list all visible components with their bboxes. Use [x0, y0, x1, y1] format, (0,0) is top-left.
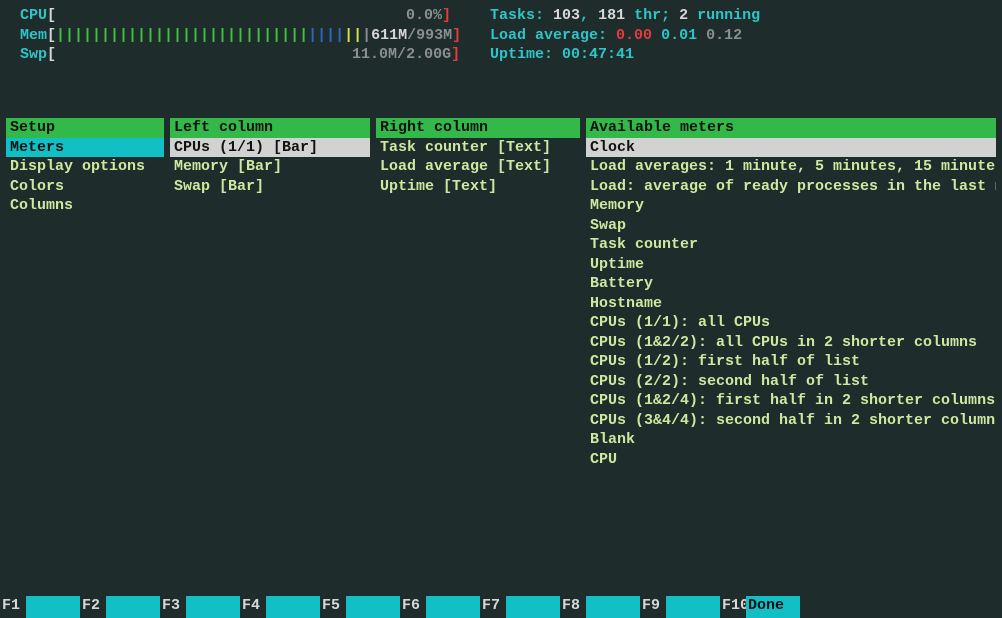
available-meter-item[interactable]: Memory — [586, 196, 996, 216]
fkey-f8[interactable]: F8 — [560, 596, 640, 618]
mem-label: Mem — [20, 27, 47, 44]
available-meter-item[interactable]: CPUs (2/2): second half of list — [586, 372, 996, 392]
left-heading: Left column — [170, 118, 370, 138]
right-meter-item[interactable]: Load average [Text] — [376, 157, 580, 177]
fkey-f9[interactable]: F9 — [640, 596, 720, 618]
fkey-label — [346, 596, 400, 618]
available-meter-item[interactable]: Load: average of ready processes in the … — [586, 177, 996, 197]
available-meter-item[interactable]: CPU — [586, 450, 996, 470]
available-meter-item[interactable]: Task counter — [586, 235, 996, 255]
swp-meter: Swp[11.0M/2.00G] — [20, 45, 490, 65]
fkey-number: F5 — [320, 596, 346, 618]
fkey-label — [426, 596, 480, 618]
fkey-number: F3 — [160, 596, 186, 618]
fkey-number: F2 — [80, 596, 106, 618]
right-column: Right column Task counter [Text]Load ave… — [376, 118, 580, 594]
fkey-number: F7 — [480, 596, 506, 618]
fkey-number: F8 — [560, 596, 586, 618]
fkey-label — [186, 596, 240, 618]
fkey-number: F9 — [640, 596, 666, 618]
uptime-meter: Uptime: 00:47:41 — [490, 45, 1002, 65]
fkey-label — [266, 596, 320, 618]
mem-meter: Mem[|||||||||||||||||||||||||||||||||||6… — [20, 26, 490, 46]
available-meter-item[interactable]: CPUs (3&4/4): second half in 2 shorter c… — [586, 411, 996, 431]
left-meter-item[interactable]: CPUs (1/1) [Bar] — [170, 138, 370, 158]
setup-screen: Setup MetersDisplay optionsColorsColumns… — [0, 118, 1002, 594]
function-keys: F1 F2 F3 F4 F5 F6 F7 F8 F9 F10Done — [0, 596, 1002, 618]
setup-heading: Setup — [6, 118, 164, 138]
right-heading: Right column — [376, 118, 580, 138]
fkey-f7[interactable]: F7 — [480, 596, 560, 618]
load-meter: Load average: 0.00 0.01 0.12 — [490, 26, 1002, 46]
cpu-label: CPU — [20, 7, 47, 24]
header-meters: CPU[0.0%] Mem[||||||||||||||||||||||||||… — [0, 0, 1002, 71]
left-meter-item[interactable]: Swap [Bar] — [170, 177, 370, 197]
cpu-meter: CPU[0.0%] — [20, 6, 490, 26]
available-meter-item[interactable]: CPUs (1/1): all CPUs — [586, 313, 996, 333]
fkey-number: F10 — [720, 596, 746, 618]
fkey-f3[interactable]: F3 — [160, 596, 240, 618]
tasks-meter: Tasks: 103, 181 thr; 2 running — [490, 6, 1002, 26]
fkey-number: F1 — [0, 596, 26, 618]
fkey-f2[interactable]: F2 — [80, 596, 160, 618]
fkey-f5[interactable]: F5 — [320, 596, 400, 618]
setup-item[interactable]: Meters — [6, 138, 164, 158]
fkey-label — [26, 596, 80, 618]
available-heading: Available meters — [586, 118, 996, 138]
fkey-number: F4 — [240, 596, 266, 618]
cpu-value: 0.0% — [406, 7, 442, 24]
fkey-number: F6 — [400, 596, 426, 618]
mem-bar: |||||||||||||||||||||||||||||||||| — [56, 27, 362, 44]
swp-label: Swp — [20, 46, 47, 63]
available-meter-item[interactable]: CPUs (1&2/2): all CPUs in 2 shorter colu… — [586, 333, 996, 353]
available-meter-item[interactable]: Hostname — [586, 294, 996, 314]
fkey-f1[interactable]: F1 — [0, 596, 80, 618]
available-meter-item[interactable]: Battery — [586, 274, 996, 294]
setup-item[interactable]: Colors — [6, 177, 164, 197]
left-meter-item[interactable]: Memory [Bar] — [170, 157, 370, 177]
fkey-label — [586, 596, 640, 618]
available-column: Available meters ClockLoad averages: 1 m… — [586, 118, 996, 594]
fkey-label — [506, 596, 560, 618]
available-meter-item[interactable]: Uptime — [586, 255, 996, 275]
right-meter-item[interactable]: Task counter [Text] — [376, 138, 580, 158]
available-meter-item[interactable]: Load averages: 1 minute, 5 minutes, 15 m… — [586, 157, 996, 177]
fkey-label: Done — [746, 596, 800, 618]
available-meter-item[interactable]: Swap — [586, 216, 996, 236]
fkey-f10[interactable]: F10Done — [720, 596, 800, 618]
right-meter-item[interactable]: Uptime [Text] — [376, 177, 580, 197]
available-meter-item[interactable]: Clock — [586, 138, 996, 158]
available-meter-item[interactable]: CPUs (1/2): first half of list — [586, 352, 996, 372]
available-meter-item[interactable]: Blank — [586, 430, 996, 450]
fkey-f6[interactable]: F6 — [400, 596, 480, 618]
fkey-f4[interactable]: F4 — [240, 596, 320, 618]
fkey-label — [666, 596, 720, 618]
fkey-label — [106, 596, 160, 618]
setup-item[interactable]: Columns — [6, 196, 164, 216]
left-column: Left column CPUs (1/1) [Bar]Memory [Bar]… — [170, 118, 370, 594]
setup-item[interactable]: Display options — [6, 157, 164, 177]
available-meter-item[interactable]: CPUs (1&2/4): first half in 2 shorter co… — [586, 391, 996, 411]
setup-column: Setup MetersDisplay optionsColorsColumns — [6, 118, 164, 594]
